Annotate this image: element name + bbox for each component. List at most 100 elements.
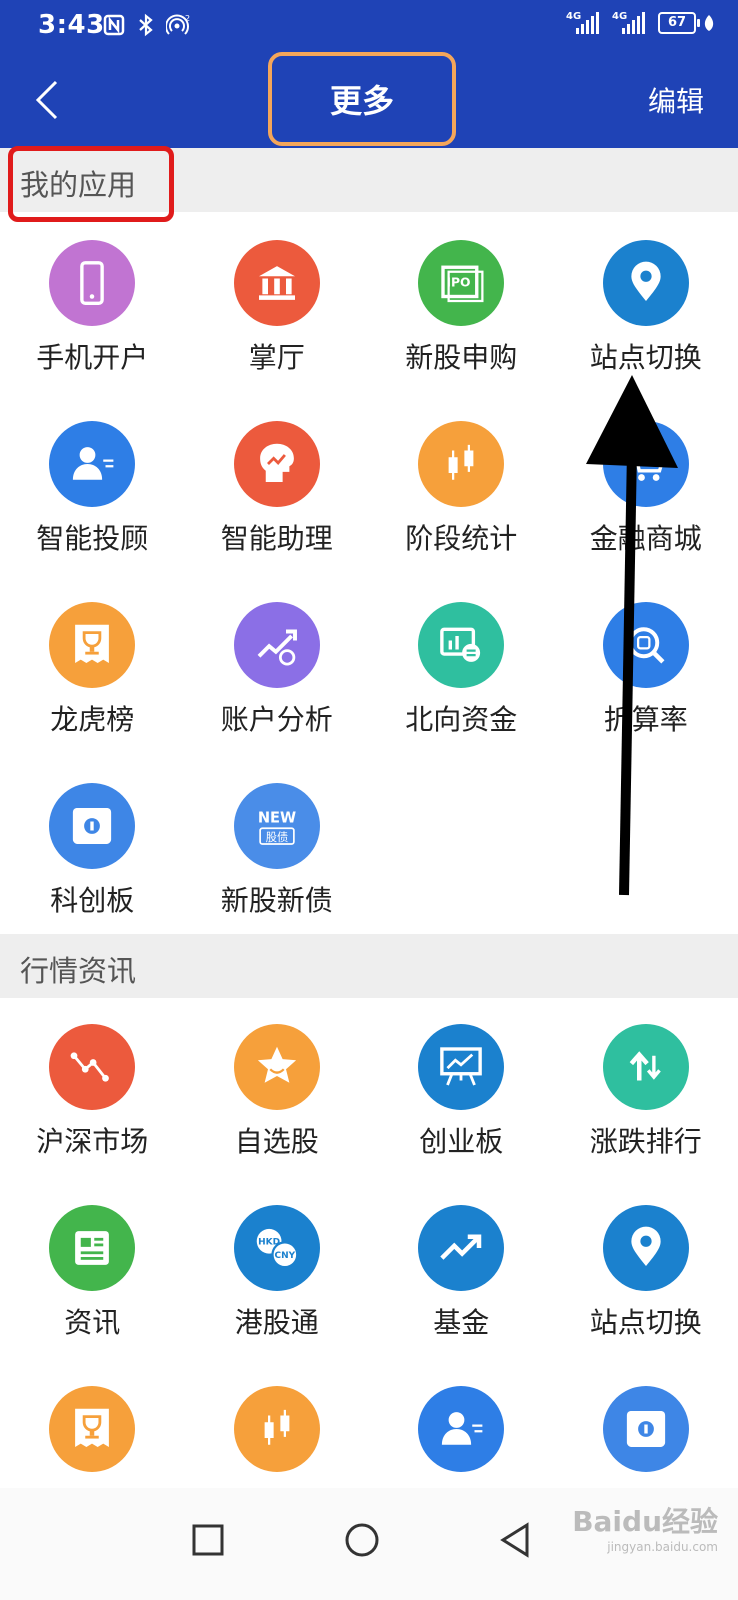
- app-label: 北向资金: [405, 703, 518, 736]
- news-icon: [49, 1205, 136, 1291]
- recent-apps-button[interactable]: [186, 1518, 230, 1562]
- app-location-pin[interactable]: 站点切换: [554, 1177, 738, 1358]
- app-label: 阶段统计: [405, 522, 518, 555]
- app-label: 新股新债: [220, 884, 333, 917]
- app-label: 沪深市场: [36, 1125, 149, 1158]
- app-location-pin[interactable]: 站点切换: [554, 212, 738, 393]
- presentation-chart-icon: [418, 1024, 505, 1110]
- advisor-icon: [49, 421, 136, 507]
- title-highlight-box: 更多: [268, 52, 456, 146]
- new-bond-icon: NEW 股债: [233, 783, 320, 869]
- app-label: 手机开户: [36, 341, 149, 374]
- app-bank[interactable]: 掌厅: [185, 212, 370, 393]
- svg-text:2: 2: [185, 14, 190, 23]
- app-label: 折算率: [603, 703, 688, 736]
- signal-icon: 4G: [566, 12, 606, 34]
- app-phone[interactable]: 手机开户: [0, 212, 185, 393]
- signal-icon: 4G: [612, 12, 652, 34]
- market-line-icon: [49, 1024, 136, 1110]
- magnifier-icon: [602, 602, 689, 688]
- app-hkd-cny[interactable]: HKD CNY 港股通: [185, 1177, 370, 1358]
- star-icon: [233, 1024, 320, 1110]
- svg-text:股债: 股债: [265, 830, 288, 844]
- app-label: 新股申购: [405, 341, 518, 374]
- watermark-url: jingyan.baidu.com: [607, 1540, 718, 1554]
- app-label: 站点切换: [589, 341, 702, 374]
- app-grid-my-apps: 手机开户 掌厅 IPO 新股申购 站点切换智能投顾 智能助理 阶段统计 金融商城龙虎榜 账户分析…: [0, 212, 738, 936]
- phone-icon: [49, 240, 136, 326]
- star-board-icon: [602, 1386, 689, 1472]
- section-header-market-news: 行情资讯: [0, 934, 738, 998]
- app-label: 智能投顾: [36, 522, 149, 555]
- section-highlight-box: [8, 146, 174, 222]
- app-label: 自选股: [234, 1125, 319, 1158]
- app-advisor[interactable]: 智能投顾: [0, 393, 185, 574]
- app-label: 智能助理: [220, 522, 333, 555]
- star-board-icon: [49, 783, 136, 869]
- app-trophy[interactable]: 龙虎榜: [0, 574, 185, 755]
- app-brain[interactable]: 智能助理: [185, 393, 370, 574]
- app-magnifier[interactable]: 折算率: [554, 574, 738, 755]
- watermark: Baidu经验 jingyan.baidu.com: [572, 1500, 718, 1554]
- trend-up-icon: [418, 1205, 505, 1291]
- location-pin-icon: [602, 1205, 689, 1291]
- app-up-down-arrows[interactable]: 涨跌排行: [554, 996, 738, 1177]
- app-label: 基金: [433, 1306, 490, 1339]
- account-analysis-icon: [233, 602, 320, 688]
- home-button[interactable]: [340, 1518, 384, 1562]
- svg-text:IPO: IPO: [447, 275, 471, 289]
- app-label: 龙虎榜: [50, 703, 135, 736]
- battery-icon: 67: [658, 12, 700, 34]
- nfc-icon: [103, 14, 125, 36]
- page-title: 更多: [329, 82, 394, 120]
- app-star-board[interactable]: 科创板: [0, 755, 185, 936]
- app-fund-flow[interactable]: 北向资金: [369, 574, 554, 755]
- leaf-icon: [704, 15, 714, 31]
- svg-text:CNY: CNY: [274, 1251, 295, 1261]
- top-app-bar: 3:43 2 4G 4G 67 更多 编辑: [0, 0, 738, 148]
- cart-icon: [602, 421, 689, 507]
- app-candlestick[interactable]: 阶段统计: [369, 393, 554, 574]
- svg-text:HKD: HKD: [258, 1238, 280, 1248]
- app-news[interactable]: 资讯: [0, 1177, 185, 1358]
- section-title: 行情资讯: [20, 954, 137, 988]
- app-label: 港股通: [234, 1306, 319, 1339]
- location-pin-icon: [602, 240, 689, 326]
- status-right-icons: 4G 4G 67: [566, 12, 716, 34]
- app-account-analysis[interactable]: 账户分析: [185, 574, 370, 755]
- app-label: 资讯: [64, 1306, 121, 1339]
- app-presentation-chart[interactable]: 创业板: [369, 996, 554, 1177]
- ipo-icon: IPO: [418, 240, 505, 326]
- app-label: 创业板: [419, 1125, 504, 1158]
- app-label: 掌厅: [248, 341, 305, 374]
- status-time: 3:43: [38, 10, 105, 40]
- status-bar: 3:43 2 4G 4G 67: [0, 0, 738, 52]
- app-market-line[interactable]: 沪深市场: [0, 996, 185, 1177]
- trophy-icon: [49, 1386, 136, 1472]
- fund-flow-icon: [418, 602, 505, 688]
- svg-text:NEW: NEW: [258, 810, 296, 827]
- bluetooth-icon: [139, 13, 153, 37]
- app-label: 科创板: [50, 884, 135, 917]
- app-trend-up[interactable]: 基金: [369, 1177, 554, 1358]
- hotspot-icon: 2: [166, 14, 190, 35]
- up-down-arrows-icon: [602, 1024, 689, 1110]
- back-button[interactable]: [30, 78, 66, 122]
- candlestick-icon: [233, 1386, 320, 1472]
- status-left-icons: 2: [102, 10, 190, 40]
- back-nav-button[interactable]: [494, 1518, 538, 1562]
- app-label: 站点切换: [589, 1306, 702, 1339]
- app-grid-market-news: 沪深市场自选股创业板涨跌排行资讯HKDCNY港股通基金站点切换龙虎榜阶段统计智能…: [0, 996, 738, 1539]
- app-star[interactable]: 自选股: [185, 996, 370, 1177]
- bank-icon: [233, 240, 320, 326]
- advisor-icon: [418, 1386, 505, 1472]
- trophy-icon: [49, 602, 136, 688]
- app-new-bond[interactable]: NEW 股债新股新债: [185, 755, 370, 936]
- app-ipo[interactable]: IPO 新股申购: [369, 212, 554, 393]
- app-cart[interactable]: 金融商城: [554, 393, 738, 574]
- app-label: 涨跌排行: [589, 1125, 702, 1158]
- hkd-cny-icon: HKD CNY: [233, 1205, 320, 1291]
- brain-icon: [233, 421, 320, 507]
- candlestick-icon: [418, 421, 505, 507]
- edit-button[interactable]: 编辑: [648, 80, 704, 120]
